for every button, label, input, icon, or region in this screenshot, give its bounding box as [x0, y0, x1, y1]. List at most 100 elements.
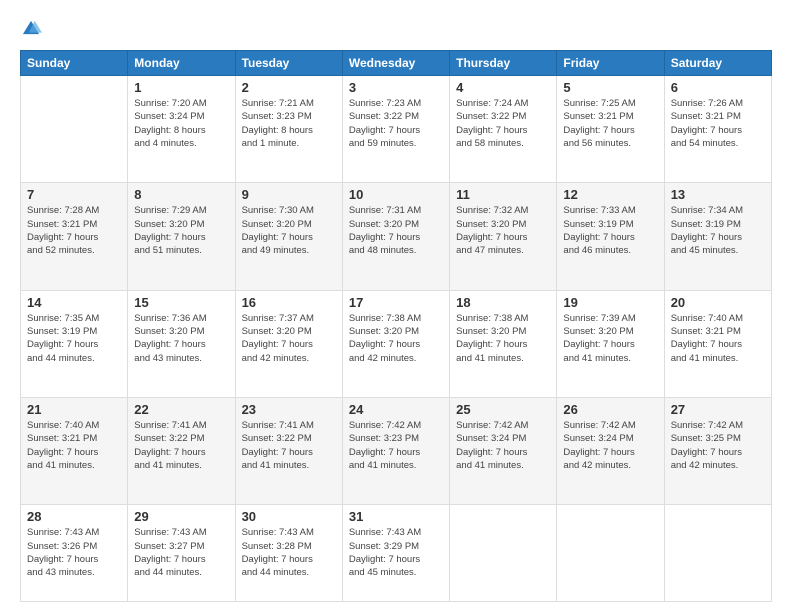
day-info: Sunrise: 7:39 AM Sunset: 3:20 PM Dayligh…	[563, 312, 657, 365]
calendar-header-tuesday: Tuesday	[235, 51, 342, 76]
day-number: 20	[671, 295, 765, 310]
calendar-cell: 13 Sunrise: 7:34 AM Sunset: 3:19 PM Dayli…	[664, 183, 771, 290]
logo-icon	[20, 18, 42, 40]
calendar-cell: 27 Sunrise: 7:42 AM Sunset: 3:25 PM Dayli…	[664, 398, 771, 505]
page-header	[20, 18, 772, 40]
calendar-cell: 9Sunrise: 7:30 AM Sunset: 3:20 PM Daylig…	[235, 183, 342, 290]
day-number: 16	[242, 295, 336, 310]
calendar-cell: 11 Sunrise: 7:32 AM Sunset: 3:20 PM Dayli…	[450, 183, 557, 290]
calendar-cell: 7 Sunrise: 7:28 AM Sunset: 3:21 PM Daylig…	[21, 183, 128, 290]
calendar-cell: 4 Sunrise: 7:24 AM Sunset: 3:22 PM Daylig…	[450, 76, 557, 183]
day-info: Sunrise: 7:35 AM Sunset: 3:19 PM Dayligh…	[27, 312, 121, 365]
calendar-cell: 29 Sunrise: 7:43 AM Sunset: 3:27 PM Dayli…	[128, 505, 235, 602]
day-info: Sunrise: 7:42 AM Sunset: 3:24 PM Dayligh…	[456, 419, 550, 472]
day-info: Sunrise: 7:20 AM Sunset: 3:24 PM Dayligh…	[134, 97, 228, 150]
day-number: 2	[242, 80, 336, 95]
day-info: Sunrise: 7:41 AM Sunset: 3:22 PM Dayligh…	[134, 419, 228, 472]
calendar-cell: 5Sunrise: 7:25 AM Sunset: 3:21 PM Daylig…	[557, 76, 664, 183]
day-info: Sunrise: 7:24 AM Sunset: 3:22 PM Dayligh…	[456, 97, 550, 150]
day-number: 1	[134, 80, 228, 95]
calendar-cell: 28 Sunrise: 7:43 AM Sunset: 3:26 PM Dayli…	[21, 505, 128, 602]
day-number: 7	[27, 187, 121, 202]
calendar-cell	[664, 505, 771, 602]
day-info: Sunrise: 7:34 AM Sunset: 3:19 PM Dayligh…	[671, 204, 765, 257]
calendar-header-wednesday: Wednesday	[342, 51, 449, 76]
calendar-cell: 2 Sunrise: 7:21 AM Sunset: 3:23 PM Daylig…	[235, 76, 342, 183]
calendar-table: SundayMondayTuesdayWednesdayThursdayFrid…	[20, 50, 772, 602]
calendar-cell: 14 Sunrise: 7:35 AM Sunset: 3:19 PM Dayli…	[21, 290, 128, 397]
day-number: 13	[671, 187, 765, 202]
calendar-header-sunday: Sunday	[21, 51, 128, 76]
calendar-cell: 25 Sunrise: 7:42 AM Sunset: 3:24 PM Dayli…	[450, 398, 557, 505]
calendar-cell: 23 Sunrise: 7:41 AM Sunset: 3:22 PM Dayli…	[235, 398, 342, 505]
calendar-cell: 16 Sunrise: 7:37 AM Sunset: 3:20 PM Dayli…	[235, 290, 342, 397]
day-number: 6	[671, 80, 765, 95]
calendar-cell: 24 Sunrise: 7:42 AM Sunset: 3:23 PM Dayli…	[342, 398, 449, 505]
day-number: 17	[349, 295, 443, 310]
day-info: Sunrise: 7:25 AM Sunset: 3:21 PM Dayligh…	[563, 97, 657, 150]
day-info: Sunrise: 7:42 AM Sunset: 3:23 PM Dayligh…	[349, 419, 443, 472]
day-number: 30	[242, 509, 336, 524]
calendar-cell: 22 Sunrise: 7:41 AM Sunset: 3:22 PM Dayli…	[128, 398, 235, 505]
day-info: Sunrise: 7:38 AM Sunset: 3:20 PM Dayligh…	[349, 312, 443, 365]
calendar-cell: 10 Sunrise: 7:31 AM Sunset: 3:20 PM Dayli…	[342, 183, 449, 290]
calendar-cell	[557, 505, 664, 602]
day-info: Sunrise: 7:21 AM Sunset: 3:23 PM Dayligh…	[242, 97, 336, 150]
calendar-cell: 31 Sunrise: 7:43 AM Sunset: 3:29 PM Dayli…	[342, 505, 449, 602]
day-info: Sunrise: 7:41 AM Sunset: 3:22 PM Dayligh…	[242, 419, 336, 472]
calendar-header-saturday: Saturday	[664, 51, 771, 76]
day-number: 11	[456, 187, 550, 202]
day-info: Sunrise: 7:36 AM Sunset: 3:20 PM Dayligh…	[134, 312, 228, 365]
day-number: 8	[134, 187, 228, 202]
calendar-header-friday: Friday	[557, 51, 664, 76]
day-number: 31	[349, 509, 443, 524]
calendar-cell: 19 Sunrise: 7:39 AM Sunset: 3:20 PM Dayli…	[557, 290, 664, 397]
calendar-cell: 30 Sunrise: 7:43 AM Sunset: 3:28 PM Dayli…	[235, 505, 342, 602]
day-info: Sunrise: 7:32 AM Sunset: 3:20 PM Dayligh…	[456, 204, 550, 257]
day-info: Sunrise: 7:31 AM Sunset: 3:20 PM Dayligh…	[349, 204, 443, 257]
calendar-cell: 12 Sunrise: 7:33 AM Sunset: 3:19 PM Dayli…	[557, 183, 664, 290]
logo	[20, 18, 46, 40]
day-number: 19	[563, 295, 657, 310]
day-number: 24	[349, 402, 443, 417]
day-info: Sunrise: 7:43 AM Sunset: 3:27 PM Dayligh…	[134, 526, 228, 579]
day-info: Sunrise: 7:43 AM Sunset: 3:29 PM Dayligh…	[349, 526, 443, 579]
day-info: Sunrise: 7:23 AM Sunset: 3:22 PM Dayligh…	[349, 97, 443, 150]
calendar-cell: 26Sunrise: 7:42 AM Sunset: 3:24 PM Dayli…	[557, 398, 664, 505]
day-number: 29	[134, 509, 228, 524]
day-number: 21	[27, 402, 121, 417]
day-number: 22	[134, 402, 228, 417]
calendar-cell: 1 Sunrise: 7:20 AM Sunset: 3:24 PM Daylig…	[128, 76, 235, 183]
day-info: Sunrise: 7:42 AM Sunset: 3:25 PM Dayligh…	[671, 419, 765, 472]
day-number: 4	[456, 80, 550, 95]
day-info: Sunrise: 7:42 AM Sunset: 3:24 PM Dayligh…	[563, 419, 657, 472]
day-number: 10	[349, 187, 443, 202]
day-number: 18	[456, 295, 550, 310]
day-info: Sunrise: 7:28 AM Sunset: 3:21 PM Dayligh…	[27, 204, 121, 257]
calendar-cell: 21Sunrise: 7:40 AM Sunset: 3:21 PM Dayli…	[21, 398, 128, 505]
day-info: Sunrise: 7:26 AM Sunset: 3:21 PM Dayligh…	[671, 97, 765, 150]
calendar-cell: 6 Sunrise: 7:26 AM Sunset: 3:21 PM Daylig…	[664, 76, 771, 183]
day-info: Sunrise: 7:43 AM Sunset: 3:26 PM Dayligh…	[27, 526, 121, 579]
day-info: Sunrise: 7:38 AM Sunset: 3:20 PM Dayligh…	[456, 312, 550, 365]
calendar-cell: 20Sunrise: 7:40 AM Sunset: 3:21 PM Dayli…	[664, 290, 771, 397]
calendar-cell: 8 Sunrise: 7:29 AM Sunset: 3:20 PM Daylig…	[128, 183, 235, 290]
day-number: 27	[671, 402, 765, 417]
day-info: Sunrise: 7:33 AM Sunset: 3:19 PM Dayligh…	[563, 204, 657, 257]
day-number: 12	[563, 187, 657, 202]
day-number: 28	[27, 509, 121, 524]
calendar-cell: 17 Sunrise: 7:38 AM Sunset: 3:20 PM Dayli…	[342, 290, 449, 397]
day-number: 25	[456, 402, 550, 417]
calendar-cell	[450, 505, 557, 602]
day-number: 3	[349, 80, 443, 95]
day-info: Sunrise: 7:29 AM Sunset: 3:20 PM Dayligh…	[134, 204, 228, 257]
day-number: 14	[27, 295, 121, 310]
calendar-header-monday: Monday	[128, 51, 235, 76]
day-info: Sunrise: 7:43 AM Sunset: 3:28 PM Dayligh…	[242, 526, 336, 579]
day-info: Sunrise: 7:37 AM Sunset: 3:20 PM Dayligh…	[242, 312, 336, 365]
day-info: Sunrise: 7:30 AM Sunset: 3:20 PM Dayligh…	[242, 204, 336, 257]
calendar-header-thursday: Thursday	[450, 51, 557, 76]
day-number: 15	[134, 295, 228, 310]
day-number: 23	[242, 402, 336, 417]
calendar-cell	[21, 76, 128, 183]
